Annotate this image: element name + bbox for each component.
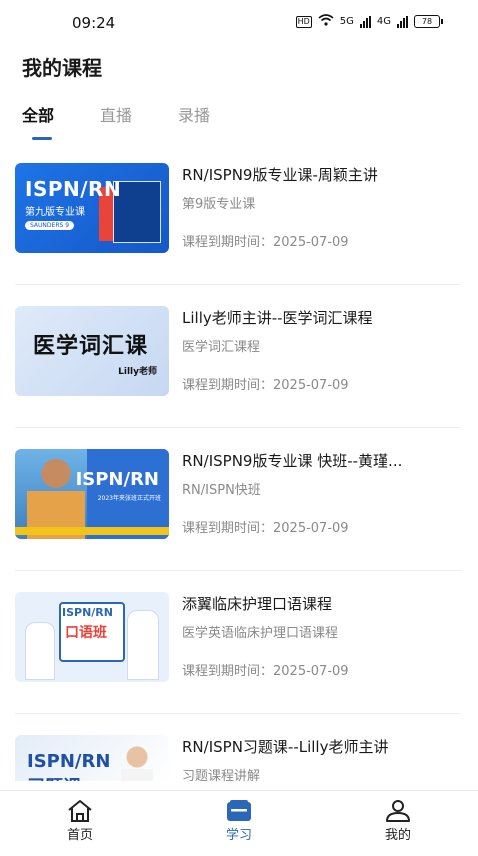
course-list: ISPN/RN 第九版专业课 SAUNDERS 9 RN/ISPN9版专业课-周… [15, 142, 461, 856]
thumb-caption: 口语班 [65, 625, 107, 641]
course-item[interactable]: 医学词汇课 Lilly老师 Lilly老师主讲--医学词汇课程 医学词汇课程 课… [15, 285, 461, 428]
battery-icon: 78 [414, 15, 443, 28]
nav-study[interactable]: 学习 [199, 799, 279, 843]
study-icon [227, 800, 251, 821]
course-thumbnail: ISPN/RN 口语班 [15, 592, 169, 682]
course-expiry: 课程到期时间：2025-07-09 [182, 235, 349, 250]
course-subtitle: 习题课程讲解 [182, 769, 261, 784]
thumb-caption: Lilly老师 [118, 367, 157, 377]
page-title: 我的课程 [22, 56, 102, 80]
thumb-caption: 2023年夹张班正式开班 [97, 495, 161, 502]
signal-5g-label: 5G [339, 16, 354, 27]
nav-home[interactable]: 首页 [40, 799, 120, 843]
thumb-caption: 习题课 [27, 773, 81, 781]
course-subtitle: RN/ISPN快班 [182, 483, 261, 498]
nurse-illustration [127, 610, 159, 680]
nav-profile[interactable]: 我的 [358, 799, 438, 843]
course-expiry: 课程到期时间：2025-07-09 [182, 521, 349, 536]
course-item[interactable]: ISPN/RN 2023年夹张班正式开班 RN/ISPN9版专业课 快班--黄瑾… [15, 428, 461, 571]
nav-label: 首页 [66, 828, 93, 843]
thumb-caption: 第九版专业课 [25, 207, 85, 218]
thumb-stripe [15, 527, 169, 535]
hd-icon: HD [295, 15, 312, 28]
course-thumbnail: ISPN/RN 习题课 [15, 735, 169, 781]
course-title: RN/ISPN9版专业课-周颖主讲 [182, 166, 378, 184]
course-title: RN/ISPN9版专业课 快班--黄瑾... [182, 452, 403, 470]
course-subtitle: 医学词汇课程 [182, 340, 261, 355]
course-subtitle: 第9版专业课 [182, 197, 256, 212]
nurse-illustration [25, 622, 55, 680]
tab-live[interactable]: 直播 [100, 102, 132, 126]
thumb-heading: ISPN/RN [62, 606, 113, 619]
tab-bar: 全部 直播 录播 [22, 102, 256, 140]
doctor-illustration [121, 741, 153, 781]
course-thumbnail: ISPN/RN 第九版专业课 SAUNDERS 9 [15, 163, 169, 253]
thumb-heading: ISPN/RN [25, 177, 122, 201]
course-thumbnail: 医学词汇课 Lilly老师 [15, 306, 169, 396]
course-item[interactable]: ISPN/RN 口语班 添翼临床护理口语课程 医学英语临床护理口语课程 课程到期… [15, 571, 461, 714]
nav-label: 我的 [384, 828, 411, 843]
course-expiry: 课程到期时间：2025-07-09 [182, 664, 349, 679]
course-item[interactable]: ISPN/RN 第九版专业课 SAUNDERS 9 RN/ISPN9版专业课-周… [15, 142, 461, 285]
course-title: RN/ISPN习题课--Lilly老师主讲 [182, 738, 389, 756]
signal-icon-2 [397, 15, 408, 28]
status-time: 09:24 [72, 14, 116, 32]
status-bar: 09:24 HD 5G 4G 78 [0, 0, 478, 44]
course-thumbnail: ISPN/RN 2023年夹张班正式开班 [15, 449, 169, 539]
thumb-badge: SAUNDERS 9 [25, 221, 75, 230]
course-title: Lilly老师主讲--医学词汇课程 [182, 309, 373, 327]
nav-label: 学习 [225, 828, 252, 843]
course-title: 添翼临床护理口语课程 [182, 595, 333, 613]
thumb-heading: ISPN/RN [27, 751, 111, 772]
signal-icon [359, 15, 371, 28]
bottom-nav: 首页 学习 我的 [0, 790, 478, 851]
signal-4g-label: 4G [376, 16, 391, 27]
status-icons: HD 5G 4G 78 [295, 14, 443, 29]
course-subtitle: 医学英语临床护理口语课程 [182, 626, 339, 641]
course-expiry: 课程到期时间：2025-07-09 [182, 378, 349, 393]
tab-all[interactable]: 全部 [22, 102, 54, 140]
tab-recorded[interactable]: 录播 [178, 102, 210, 126]
thumb-heading: ISPN/RN [75, 469, 159, 490]
profile-icon [386, 800, 410, 822]
wifi-icon [318, 14, 334, 29]
home-icon [68, 800, 92, 822]
thumb-heading: 医学词汇课 [33, 334, 149, 359]
